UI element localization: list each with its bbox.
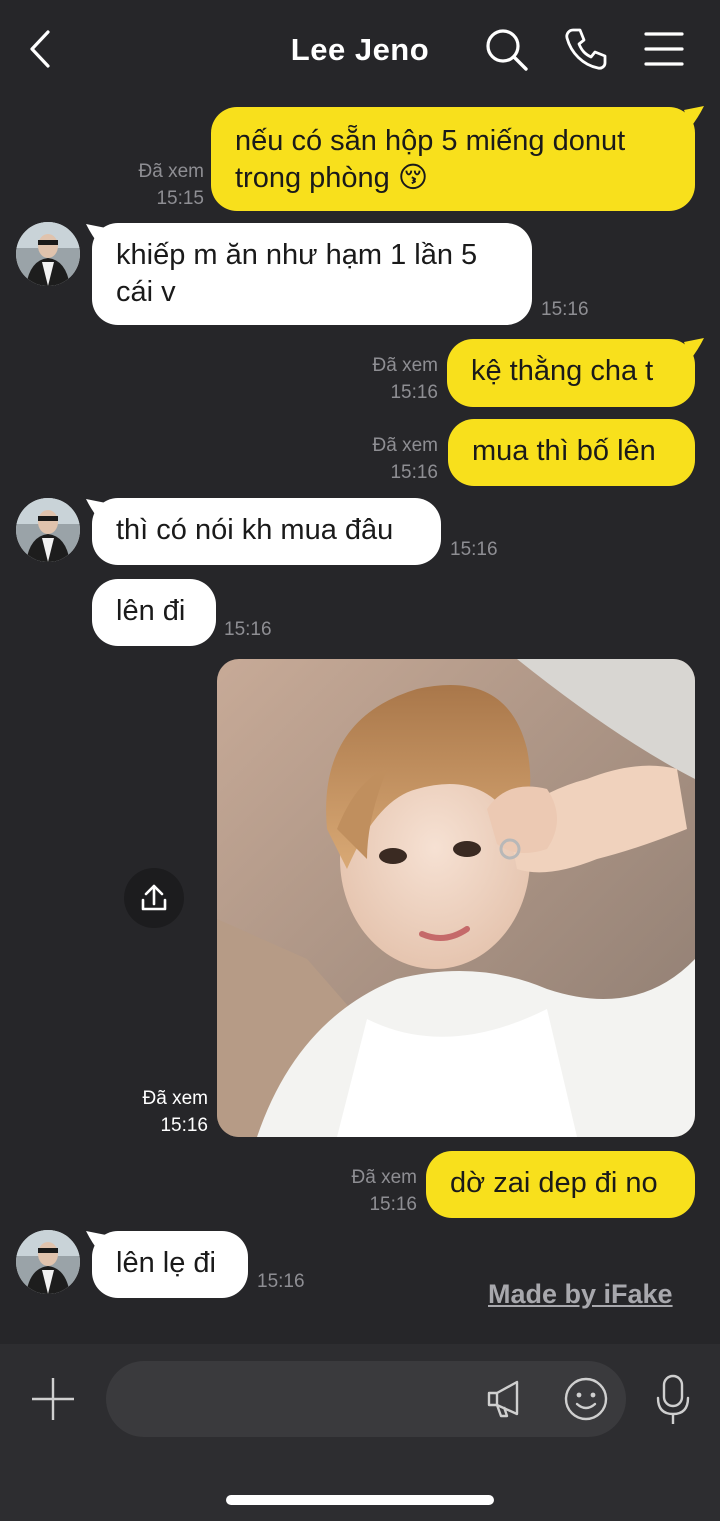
avatar[interactable]: [16, 498, 80, 562]
emoji-icon[interactable]: [563, 1376, 609, 1422]
message-text-line: khiếp m ăn như hạm 1 lần 5: [116, 239, 478, 271]
message-text: mua thì bố lên: [472, 435, 656, 467]
timestamp: 15:16: [390, 382, 438, 403]
plus-icon[interactable]: [28, 1374, 78, 1424]
kissing-face-emoji: 😚: [397, 162, 429, 194]
message-text-line: nếu có sẵn hộp 5 miếng donut: [235, 125, 626, 157]
message-meta: Đã xem 15:16: [120, 1085, 208, 1139]
timestamp: 15:16: [224, 619, 272, 640]
search-icon[interactable]: [483, 26, 529, 72]
message-meta: Đã xem 15:16: [331, 1164, 417, 1218]
incoming-message[interactable]: thì có nói kh mua đâu: [92, 498, 441, 565]
menu-icon[interactable]: [642, 26, 688, 72]
message-input[interactable]: [106, 1361, 626, 1437]
message-text: thì có nói kh mua đâu: [116, 514, 394, 546]
outgoing-message[interactable]: nếu có sẵn hộp 5 miếng donut trong phòng…: [211, 107, 695, 211]
incoming-message[interactable]: lên đi: [92, 579, 216, 646]
message-text: lên lẹ đi: [116, 1247, 216, 1279]
avatar[interactable]: [16, 222, 80, 286]
bubble-tail: [684, 106, 704, 128]
timestamp: 15:16: [390, 462, 438, 483]
seen-label: Đã xem: [351, 1167, 417, 1188]
timestamp: 15:16: [160, 1115, 208, 1136]
outgoing-message[interactable]: kệ thằng cha t: [447, 339, 695, 407]
home-indicator[interactable]: [226, 1495, 494, 1505]
message-text: kệ thằng cha t: [471, 355, 654, 387]
timestamp: 15:16: [369, 1194, 417, 1215]
chat-title: Lee Jeno: [290, 32, 430, 67]
message-text: dờ zai dep đi no: [450, 1167, 658, 1199]
selfie-photo: [217, 659, 695, 1137]
timestamp: 15:16: [450, 539, 498, 560]
message-text-line: trong phòng: [235, 162, 390, 194]
microphone-icon[interactable]: [650, 1374, 696, 1426]
seen-label: Đã xem: [142, 1088, 208, 1109]
chat-header: Lee Jeno: [0, 0, 720, 100]
message-text-line: cái v: [116, 276, 176, 308]
share-icon: [141, 884, 167, 911]
share-button[interactable]: [124, 868, 184, 928]
timestamp: 15:16: [541, 299, 589, 320]
incoming-message[interactable]: khiếp m ăn như hạm 1 lần 5 cái v: [92, 223, 532, 325]
megaphone-icon[interactable]: [483, 1376, 529, 1422]
seen-label: Đã xem: [372, 435, 438, 456]
message-meta: Đã xem 15:16: [352, 432, 438, 486]
message-meta: Đã xem 15:15: [118, 158, 204, 212]
incoming-message[interactable]: lên lẹ đi: [92, 1231, 248, 1298]
outgoing-message[interactable]: dờ zai dep đi no: [426, 1151, 695, 1218]
bubble-tail: [684, 338, 704, 360]
outgoing-message[interactable]: mua thì bố lên: [448, 419, 695, 486]
chat-screen: Lee Jeno Đã xem 15:15 nếu có sẵn hộp 5 m…: [0, 0, 720, 1521]
photo-message[interactable]: [217, 659, 695, 1137]
message-meta: Đã xem 15:16: [352, 352, 438, 406]
timestamp: 15:15: [156, 188, 204, 209]
seen-label: Đã xem: [138, 161, 204, 182]
avatar[interactable]: [16, 1230, 80, 1294]
phone-icon[interactable]: [563, 26, 609, 72]
composer-bar: [0, 1344, 720, 1521]
timestamp: 15:16: [257, 1271, 305, 1292]
seen-label: Đã xem: [372, 355, 438, 376]
watermark-link[interactable]: Made by iFake: [488, 1279, 673, 1310]
message-text: lên đi: [116, 595, 186, 627]
